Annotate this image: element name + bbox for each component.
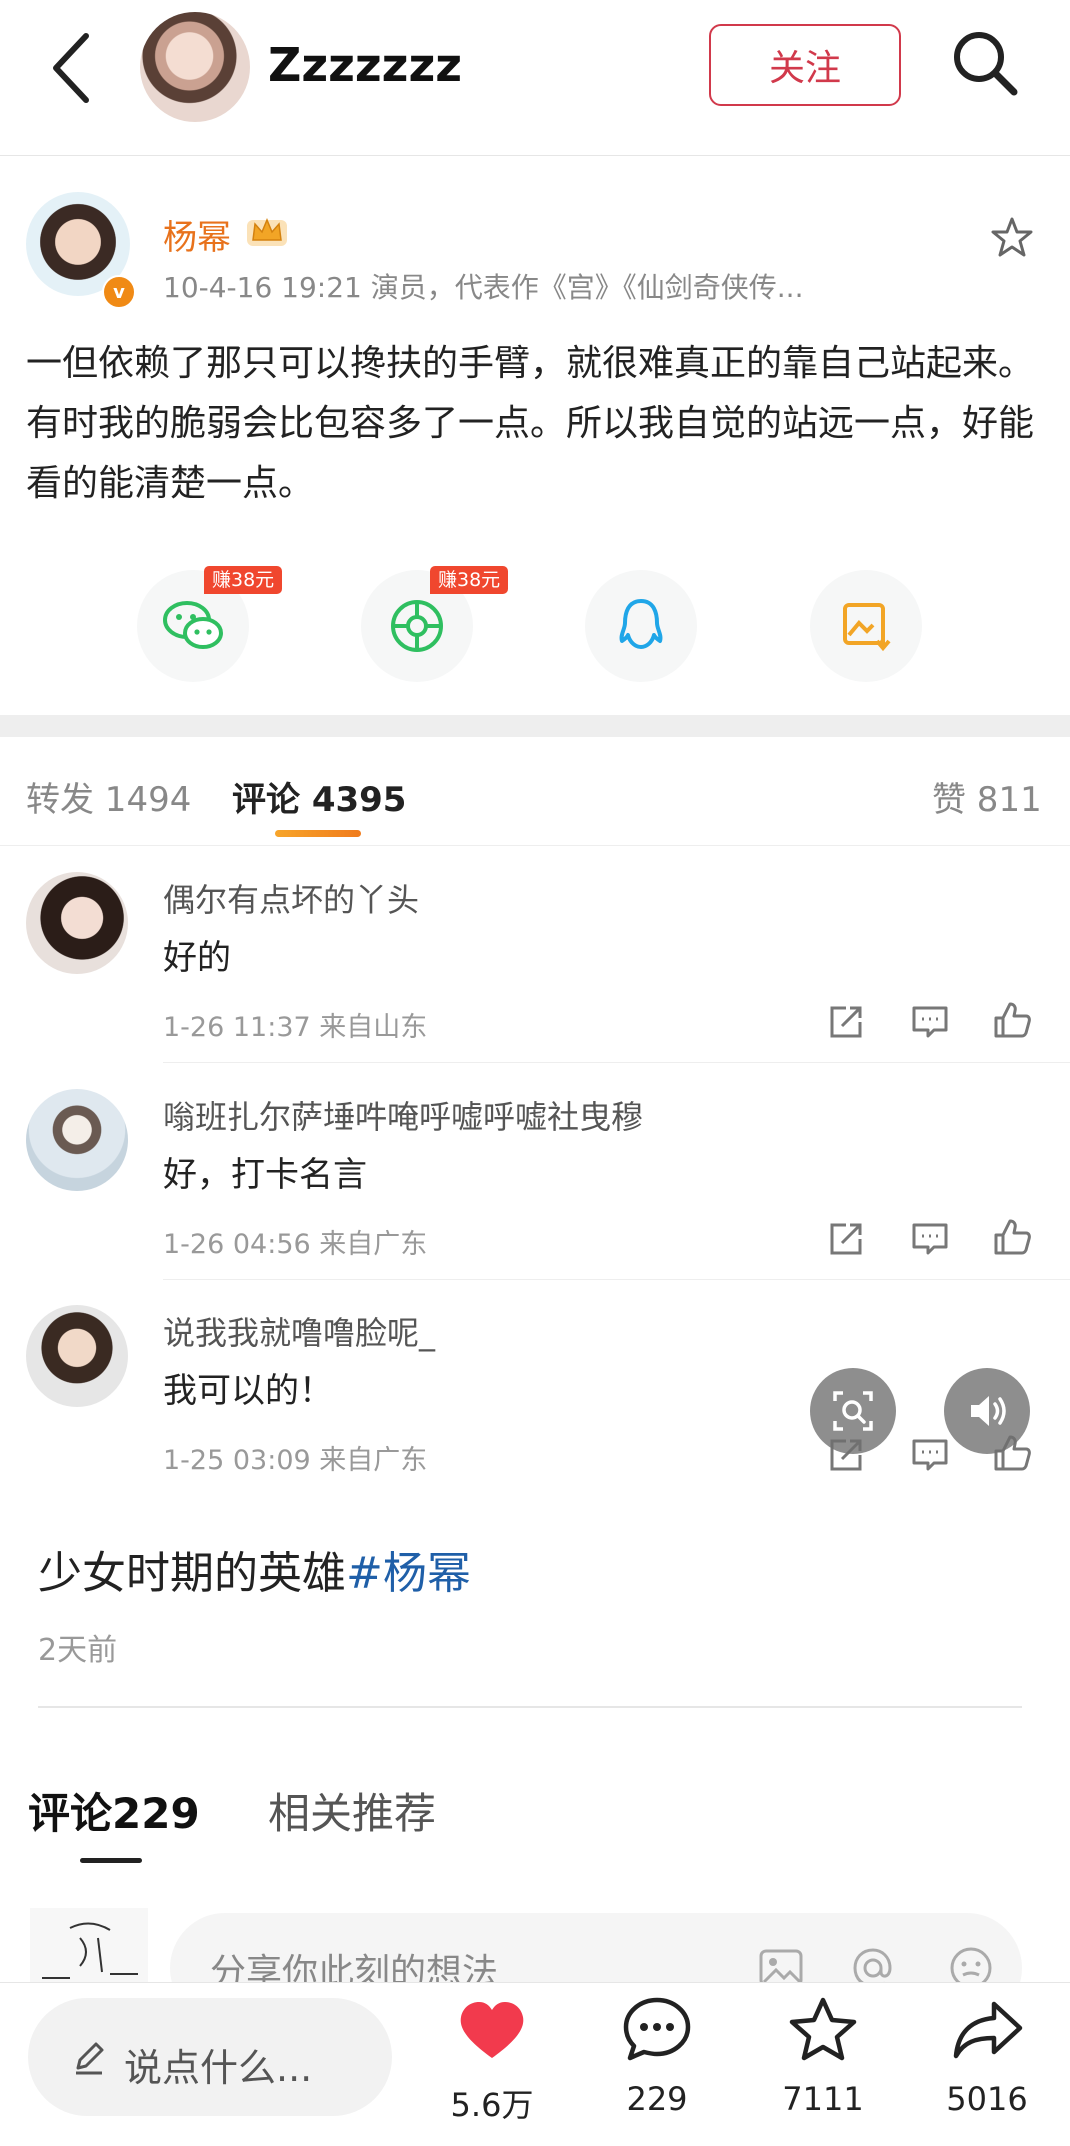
profile-name[interactable]: Zzzzzzz [268,38,462,92]
comment-meta: 1-26 11:37 来自山东 [163,1012,428,1043]
back-icon[interactable] [48,28,98,108]
comment-text: 我可以的！ [163,1371,333,1411]
wechat-icon [163,601,223,649]
sketch-avatar-icon [42,1922,138,1979]
speaker-icon [971,1396,1006,1426]
post-time: 2天前 [38,1633,118,1668]
divider [163,1062,1070,1063]
active-tab-indicator [275,830,361,837]
star-icon[interactable] [990,215,1034,259]
reply-icon[interactable] [910,1219,950,1259]
comment-text: 好的 [163,938,231,978]
divider [163,1279,1070,1280]
comments-count[interactable]: 229 [592,2080,722,2118]
shares-count[interactable]: 5016 [922,2080,1052,2118]
hashtag-link[interactable]: #杨幂 [346,1548,471,1599]
tab-reposts[interactable]: 转发 1494 [26,772,191,821]
divider [38,1706,1022,1708]
comment-meta: 1-25 03:09 来自广东 [163,1445,428,1476]
tab-comments[interactable]: 评论 4395 [232,772,406,821]
favorite-star-icon[interactable] [788,1996,858,2062]
share-arrow-icon[interactable] [952,1998,1024,2060]
repost-icon[interactable] [826,1219,866,1259]
verified-badge: v [102,275,136,309]
favorites-count[interactable]: 7111 [758,2080,888,2118]
crown-icon [247,218,287,246]
reply-icon[interactable] [910,1002,950,1042]
say-something-placeholder[interactable]: 说点什么... [124,2037,312,2092]
comment-author[interactable]: 偶尔有点坏的丫头 [163,875,419,921]
profile-avatar[interactable] [140,12,250,122]
search-icon[interactable] [950,28,1020,98]
user-avatar[interactable] [30,1908,148,1986]
screen-search-button[interactable] [810,1368,896,1454]
earn-badge: 赚38元 [204,566,283,594]
pencil-icon [76,2042,104,2075]
moments-icon [391,600,443,652]
comment-author[interactable]: 嗡班扎尔萨埵吽唵呼嘘呼嘘社曳穆 [163,1092,643,1138]
reply-icon[interactable] [910,1435,950,1475]
follow-button[interactable]: 关注 [709,24,901,106]
post-text: 一但依赖了那只可以搀扶的手臂，就很难真正的靠自己站起来。有时我的脆弱会比包容多了… [26,343,1035,504]
top-bar: Zzzzzzz 关注 [0,0,1070,156]
comment-avatar[interactable] [26,872,128,974]
section-separator [0,715,1070,737]
post-author-name[interactable]: 杨幂 [163,210,231,259]
active-tab-indicator [80,1858,142,1863]
save-image-button[interactable] [810,570,922,682]
tab-comments-229[interactable]: 评论229 [28,1780,200,1841]
comment-text: 好，打卡名言 [163,1155,367,1195]
heart-icon[interactable] [457,2000,527,2062]
speaker-button[interactable] [944,1368,1030,1454]
likes-count[interactable]: 5.6万 [427,2080,557,2126]
like-icon[interactable] [992,1217,1032,1257]
comment-avatar[interactable] [26,1089,128,1191]
tab-likes[interactable]: 赞 811 [932,772,1042,821]
like-icon[interactable] [992,1000,1032,1040]
scan-search-icon [833,1391,873,1431]
qq-icon [619,599,663,649]
comment-bubble-icon[interactable] [622,1996,692,2062]
share-qq-button[interactable] [585,570,697,682]
earn-badge: 赚38元 [430,566,509,594]
tab-related[interactable]: 相关推荐 [268,1780,436,1841]
post-meta: 10-4-16 19:21 演员，代表作《宫》《仙剑奇侠传... [163,271,804,304]
post-caption: 少女时期的英雄#杨幂 [38,1537,471,1601]
divider [0,845,1070,846]
caption-text: 少女时期的英雄 [38,1548,346,1599]
comment-meta: 1-26 04:56 来自广东 [163,1229,428,1260]
save-image-icon [843,603,891,652]
repost-icon[interactable] [826,1002,866,1042]
comment-author[interactable]: 说我我就噜噜脸呢_ [163,1308,435,1354]
comment-avatar[interactable] [26,1305,128,1407]
